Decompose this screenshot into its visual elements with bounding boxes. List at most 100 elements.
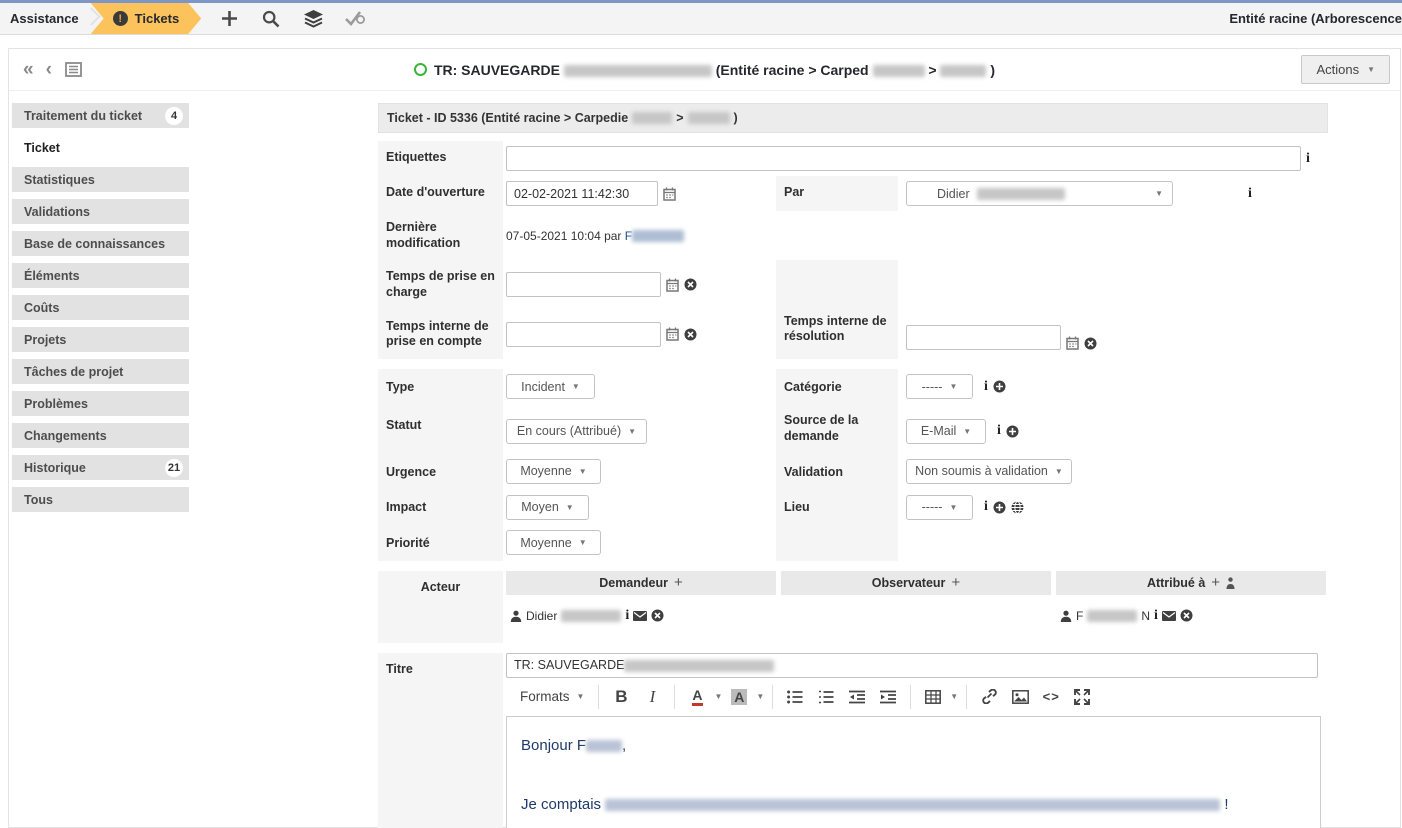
list-view-icon[interactable] (64, 60, 84, 80)
date-ouverture-input[interactable] (506, 181, 658, 206)
sidebar-item-ticket[interactable]: Ticket (12, 135, 189, 160)
fullscreen-icon[interactable] (1068, 683, 1096, 711)
observateur-header: Observateur + (781, 571, 1051, 595)
clear-icon[interactable] (684, 328, 697, 341)
source-demande-label: Source de la demande (776, 404, 898, 453)
validation-dropdown[interactable]: Non soumis à validation ▼ (906, 459, 1072, 484)
par-dropdown[interactable]: Didier ▼ (906, 181, 1173, 206)
breadcrumb-assistance[interactable]: Assistance (0, 3, 85, 34)
bold-button[interactable]: B (607, 683, 635, 711)
calendar-icon[interactable] (1066, 336, 1079, 350)
search-icon[interactable] (261, 9, 281, 29)
info-icon[interactable]: i (1248, 187, 1252, 201)
add-demandeur-icon[interactable]: + (674, 574, 683, 591)
urgence-label: Urgence (378, 454, 503, 490)
form-header-gt: > (676, 111, 683, 125)
modif-author-link[interactable]: F (625, 229, 684, 243)
lieu-field: ----- ▼ i (898, 489, 1328, 525)
entity-scope-label[interactable]: Entité racine (Arborescence (1229, 11, 1402, 26)
temps-resolution-input[interactable] (906, 325, 1061, 350)
bullet-list-icon[interactable] (781, 683, 809, 711)
ticket-title-prefix: TR: SAUVEGARDE (434, 62, 560, 78)
temps-prise-charge-input[interactable] (506, 272, 661, 297)
add-icon[interactable] (1006, 425, 1019, 438)
clear-icon[interactable] (684, 278, 697, 291)
categorie-dropdown[interactable]: ----- ▼ (906, 374, 973, 399)
approval-check-icon[interactable] (345, 9, 365, 29)
chevron-down-icon[interactable]: ▼ (756, 692, 764, 701)
info-icon[interactable]: i (984, 380, 988, 394)
sidebar-item-traitement[interactable]: Traitement du ticket 4 (12, 103, 189, 128)
text-color-button[interactable]: A (683, 683, 711, 711)
info-icon[interactable]: i (984, 500, 988, 514)
numbered-list-icon[interactable] (812, 683, 840, 711)
link-icon[interactable] (975, 683, 1003, 711)
redacted-sentence (605, 799, 1220, 811)
calendar-icon[interactable] (666, 327, 679, 341)
remove-actor-icon[interactable] (1180, 609, 1193, 622)
ticket-title-close: ) (990, 62, 995, 78)
mail-icon[interactable] (633, 611, 647, 621)
sidebar-item-projets[interactable]: Projets (12, 327, 189, 352)
temps-interne-compte-input[interactable] (506, 322, 661, 347)
chevron-down-icon: ▼ (579, 467, 587, 476)
indent-icon[interactable] (874, 683, 902, 711)
breadcrumb-tickets[interactable]: ! Tickets (91, 3, 202, 34)
remove-actor-icon[interactable] (651, 609, 664, 622)
source-code-icon[interactable]: <> (1037, 683, 1065, 711)
clear-icon[interactable] (1084, 337, 1097, 350)
calendar-icon[interactable] (663, 187, 676, 201)
add-icon[interactable] (993, 501, 1006, 514)
table-icon[interactable] (919, 683, 947, 711)
chevron-down-icon[interactable]: ▼ (950, 692, 958, 701)
urgence-dropdown[interactable]: Moyenne ▼ (506, 459, 601, 484)
sidebar-item-changements[interactable]: Changements (12, 423, 189, 448)
sidebar-item-base-connaissances[interactable]: Base de connaissances (12, 231, 189, 256)
sidebar-item-elements[interactable]: Éléments (12, 263, 189, 288)
info-icon[interactable]: i (1154, 609, 1158, 623)
actions-button[interactable]: Actions ▼ (1301, 55, 1390, 84)
etiquettes-input[interactable] (506, 146, 1301, 171)
type-dropdown[interactable]: Incident ▼ (506, 374, 595, 399)
attribue-name-suffix[interactable]: N (1141, 609, 1150, 623)
temps-resolution-field (898, 260, 1328, 359)
attribue-name-prefix[interactable]: F (1076, 609, 1083, 623)
statut-dropdown[interactable]: En cours (Attribué) ▼ (506, 419, 647, 444)
add-ticket-icon[interactable] (219, 9, 239, 29)
image-icon[interactable] (1006, 683, 1034, 711)
impact-dropdown[interactable]: Moyen ▼ (506, 495, 589, 520)
sidebar-item-statistiques[interactable]: Statistiques (12, 167, 189, 192)
chevron-down-icon[interactable]: ▼ (714, 692, 722, 701)
editor-content[interactable]: Bonjour F, Je comptais ! (506, 716, 1321, 828)
sidebar-item-validations[interactable]: Validations (12, 199, 189, 224)
add-attribue-icon[interactable]: + (1211, 574, 1220, 591)
info-icon[interactable]: i (625, 609, 629, 623)
italic-button[interactable]: I (638, 683, 666, 711)
source-demande-dropdown[interactable]: E-Mail ▼ (906, 419, 986, 444)
observateur-header-label: Observateur (872, 576, 946, 590)
priorite-dropdown[interactable]: Moyenne ▼ (506, 530, 601, 555)
calendar-icon[interactable] (666, 278, 679, 292)
sidebar-item-taches-projet[interactable]: Tâches de projet (12, 359, 189, 384)
layers-icon[interactable] (303, 9, 323, 29)
previous-item-icon[interactable]: ‹ (46, 60, 52, 79)
person-small-icon[interactable] (1226, 577, 1235, 589)
sidebar-item-historique[interactable]: Historique 21 (12, 455, 189, 480)
info-icon[interactable]: i (1306, 152, 1310, 166)
count-badge: 4 (165, 107, 183, 125)
globe-icon[interactable] (1011, 501, 1024, 514)
add-observateur-icon[interactable]: + (951, 574, 960, 591)
sidebar-item-couts[interactable]: Coûts (12, 295, 189, 320)
outdent-icon[interactable] (843, 683, 871, 711)
formats-dropdown[interactable]: Formats ▼ (514, 685, 590, 708)
demandeur-name[interactable]: Didier (526, 609, 557, 623)
info-icon[interactable]: i (997, 424, 1001, 438)
sidebar-item-problemes[interactable]: Problèmes (12, 391, 189, 416)
lieu-dropdown[interactable]: ----- ▼ (906, 495, 973, 520)
mail-icon[interactable] (1162, 611, 1176, 621)
add-icon[interactable] (993, 380, 1006, 393)
first-item-icon[interactable]: « (23, 60, 34, 79)
chevron-down-icon: ▼ (1155, 189, 1163, 198)
sidebar-item-tous[interactable]: Tous (12, 487, 189, 512)
background-color-button[interactable]: A (725, 683, 753, 711)
